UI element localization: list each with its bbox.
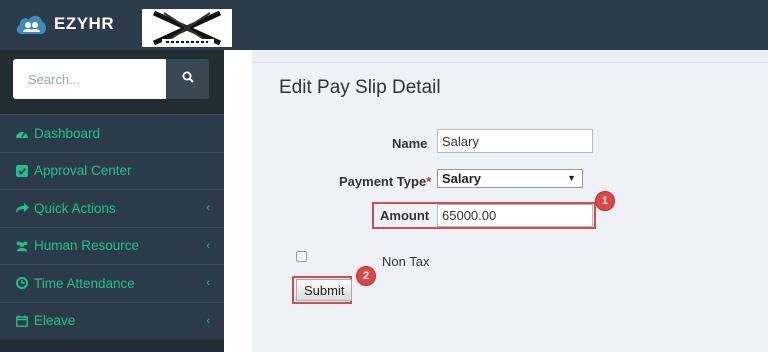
users-icon [15, 239, 29, 253]
name-label: Name [392, 136, 428, 151]
app-name: EZYHR [54, 14, 115, 33]
chevron-left-icon: ‹ [206, 277, 210, 289]
sidebar-item-human-resource[interactable]: Human Resource ‹ [0, 226, 224, 264]
amount-field[interactable] [437, 204, 593, 227]
monsta-x-logo [142, 9, 232, 47]
sidebar-item-label: Dashboard [34, 125, 101, 141]
sidebar-item-label: Quick Actions [34, 200, 116, 216]
dashboard-icon [15, 126, 29, 140]
search-input[interactable] [13, 59, 166, 99]
name-field[interactable] [437, 129, 593, 153]
share-arrow-icon [15, 201, 29, 215]
content-gutter [224, 50, 252, 352]
sidebar-item-time-attendance[interactable]: Time Attendance ‹ [0, 264, 224, 302]
sidebar-item-approval-center[interactable]: Approval Center [0, 151, 224, 189]
sidebar-item-eleave[interactable]: Eleave ‹ [0, 301, 224, 339]
check-square-icon [15, 164, 29, 178]
amount-label: Amount [380, 208, 430, 223]
sidebar: Dashboard Approval Center Quick Actions … [0, 50, 224, 352]
sidebar-item-label: Human Resource [34, 238, 140, 254]
top-header: EZYHR [0, 0, 768, 50]
sidebar-menu: Dashboard Approval Center Quick Actions … [0, 114, 224, 339]
submit-button[interactable]: Submit [296, 279, 353, 301]
chevron-left-icon: ‹ [206, 239, 210, 252]
step-badge-2: 2 [356, 266, 376, 286]
sidebar-item-label: Approval Center [34, 163, 132, 179]
non-tax-label: Non Tax [382, 254, 430, 269]
chevron-left-icon: ‹ [206, 314, 210, 327]
payment-type-value: Salary [442, 171, 482, 186]
non-tax-checkbox[interactable] [296, 251, 307, 262]
app-logo[interactable]: EZYHR [14, 12, 114, 36]
main-content: Edit Pay Slip Detail Name Payment Type* … [224, 50, 768, 352]
sidebar-item-dashboard[interactable]: Dashboard [0, 114, 224, 152]
chevron-left-icon: ‹ [206, 202, 210, 214]
edit-payslip-panel: Edit Pay Slip Detail Name Payment Type* … [252, 62, 768, 352]
payment-type-select[interactable]: Salary ▼ [437, 169, 583, 188]
page-title: Edit Pay Slip Detail [279, 77, 441, 98]
cloud-users-icon [14, 12, 48, 36]
required-mark: * [426, 174, 432, 189]
sidebar-item-label: Eleave [34, 313, 76, 329]
calendar-icon [15, 314, 29, 328]
sidebar-item-quick-actions[interactable]: Quick Actions ‹ [0, 189, 224, 227]
caret-down-icon: ▼ [567, 173, 576, 183]
clock-icon [15, 276, 29, 290]
step-badge-1: 1 [595, 191, 615, 211]
sidebar-search [13, 59, 209, 99]
search-button[interactable] [166, 59, 209, 99]
search-icon [182, 70, 194, 88]
sidebar-item-label: Time Attendance [34, 275, 135, 291]
payment-type-label: Payment Type* [339, 174, 432, 189]
